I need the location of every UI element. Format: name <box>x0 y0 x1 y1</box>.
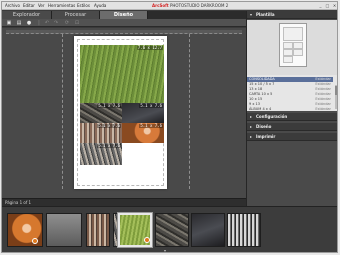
section-label: Configuración <box>256 114 288 119</box>
edited-badge-icon <box>32 238 38 244</box>
preview-cell <box>283 27 303 41</box>
toolbar: ▣ ▤ ● | ↶ ↷ ⟳ ⊡ <box>2 19 246 27</box>
tab-explorador[interactable]: Explorador <box>2 11 52 19</box>
section-imprimir-header[interactable]: ▸ Imprimir <box>247 133 337 141</box>
filmstrip-toggle-icon[interactable]: ▾ <box>162 249 168 253</box>
mode-tabs: Explorador Procesar Diseño <box>2 11 246 19</box>
edited-badge-icon <box>144 237 150 243</box>
section-diseno-header[interactable]: ▸ Diseño <box>247 123 337 131</box>
thumb-dark-photo[interactable] <box>191 213 225 247</box>
section-plantilla-header[interactable]: ▾ Plantilla <box>247 11 337 19</box>
photo-size-label: 5.1 x 7.6 <box>139 123 163 128</box>
tab-procesar[interactable]: Procesar <box>52 11 100 19</box>
photo-slot-grass[interactable]: 7.6 x 12.7 <box>80 45 164 103</box>
collapsed-arrow-icon: ▸ <box>250 124 253 129</box>
thumb-stones-photo[interactable] <box>155 213 189 247</box>
photo-slot-stones[interactable]: 5.1 x 7.6 <box>80 103 122 123</box>
preview-cell <box>293 49 303 56</box>
thumb-orange-photo[interactable] <box>7 213 43 247</box>
photo-size-label: 5.1 x 7.6 <box>139 103 163 108</box>
photo-slot-orange[interactable]: 5.1 x 7.6 <box>122 123 164 143</box>
print-page: 7.6 x 12.7 5.1 x 7.6 5.1 x 7.6 5.1 x 7.6… <box>74 36 167 189</box>
expanded-arrow-icon: ▾ <box>250 12 253 17</box>
section-label: Diseño <box>256 124 272 129</box>
section-configuracion-header[interactable]: ▸ Configuración <box>247 113 337 121</box>
photo-size-label: 5.1 x 7.6 <box>97 123 121 128</box>
right-panel: ▾ Plantilla CONSOLIDADA Estándar 15 x 10 … <box>246 11 337 206</box>
window-title: ArcSoft PHOTOSTUDIO DARKROOM 2 <box>152 3 228 8</box>
template-name: ÁLBUM 4 x 4 <box>249 107 272 111</box>
menu-editar[interactable]: Editar <box>23 3 35 8</box>
status-bar: Página 1 of 1 <box>2 198 246 206</box>
collapsed-arrow-icon: ▸ <box>250 134 253 139</box>
menu-ayuda[interactable]: Ayuda <box>94 3 106 8</box>
print-icon[interactable]: ▤ <box>16 20 22 26</box>
template-type: Estándar <box>315 107 331 111</box>
menu-bar: Archivo Editar Ver Herramientas Estilos … <box>2 2 337 10</box>
template-preview-area <box>247 20 337 75</box>
menu-archivo[interactable]: Archivo <box>5 3 20 8</box>
layout-workspace: 7.6 x 12.7 5.1 x 7.6 5.1 x 7.6 5.1 x 7.6… <box>2 28 246 198</box>
section-label: Plantilla <box>256 12 275 17</box>
close-button[interactable]: ✕ <box>332 3 337 8</box>
email-icon[interactable]: ● <box>26 20 32 26</box>
menu-ver[interactable]: Ver <box>38 3 45 8</box>
photo-size-label: 5.1 x 7.6 <box>97 143 121 148</box>
app-window: Archivo Editar Ver Herramientas Estilos … <box>1 1 338 253</box>
template-row[interactable]: ÁLBUM 4 x 4 Estándar <box>247 107 333 112</box>
filmstrip: ▾ <box>2 206 337 253</box>
save-icon[interactable]: ▣ <box>6 20 12 26</box>
crop-icon[interactable]: ⊡ <box>74 20 80 26</box>
thumb-building-photo[interactable] <box>86 213 110 247</box>
collapsed-arrow-icon: ▸ <box>250 114 253 119</box>
brand-name: ArcSoft <box>152 3 169 8</box>
thumb-grass-photo[interactable] <box>118 213 152 247</box>
separator-icon: | <box>38 20 40 26</box>
app-name: PHOTOSTUDIO DARKROOM 2 <box>170 3 229 8</box>
maximize-button[interactable]: □ <box>325 3 330 8</box>
photo-size-label: 7.6 x 12.7 <box>136 45 163 50</box>
template-preview <box>279 23 307 67</box>
preview-cell <box>293 42 303 49</box>
photo-size-label: 5.1 x 7.6 <box>97 103 121 108</box>
photo-slot-building[interactable]: 5.1 x 7.6 <box>80 123 122 143</box>
rotate-icon[interactable]: ⟳ <box>64 20 70 26</box>
photo-slot-dark[interactable]: 5.1 x 7.6 <box>122 103 164 123</box>
undo-icon[interactable]: ↶ <box>44 20 50 26</box>
preview-cell <box>283 56 293 63</box>
top-ruler <box>6 30 242 34</box>
preview-cell <box>283 49 293 56</box>
page-margin: 7.6 x 12.7 5.1 x 7.6 5.1 x 7.6 5.1 x 7.6… <box>77 39 164 186</box>
minimize-button[interactable]: _ <box>318 3 323 8</box>
template-scroll-thumb[interactable] <box>335 86 337 95</box>
menu-estilos[interactable]: Estilos <box>77 3 90 8</box>
redo-icon[interactable]: ↷ <box>53 20 59 26</box>
photo-slot-street[interactable]: 5.1 x 7.6 <box>80 143 122 165</box>
section-label: Imprimir <box>256 134 276 139</box>
preview-cell <box>283 42 293 49</box>
thumb-grey-photo[interactable] <box>46 213 82 247</box>
template-list: CONSOLIDADA Estándar 15 x 10 / 5 x 7 Están… <box>247 75 337 112</box>
tab-diseno[interactable]: Diseño <box>100 11 148 19</box>
thumb-temple-photo[interactable] <box>227 213 261 247</box>
margin-guide-right <box>189 34 190 189</box>
margin-guide-left <box>62 34 63 189</box>
menu-herramientas[interactable]: Herramientas <box>48 3 75 8</box>
